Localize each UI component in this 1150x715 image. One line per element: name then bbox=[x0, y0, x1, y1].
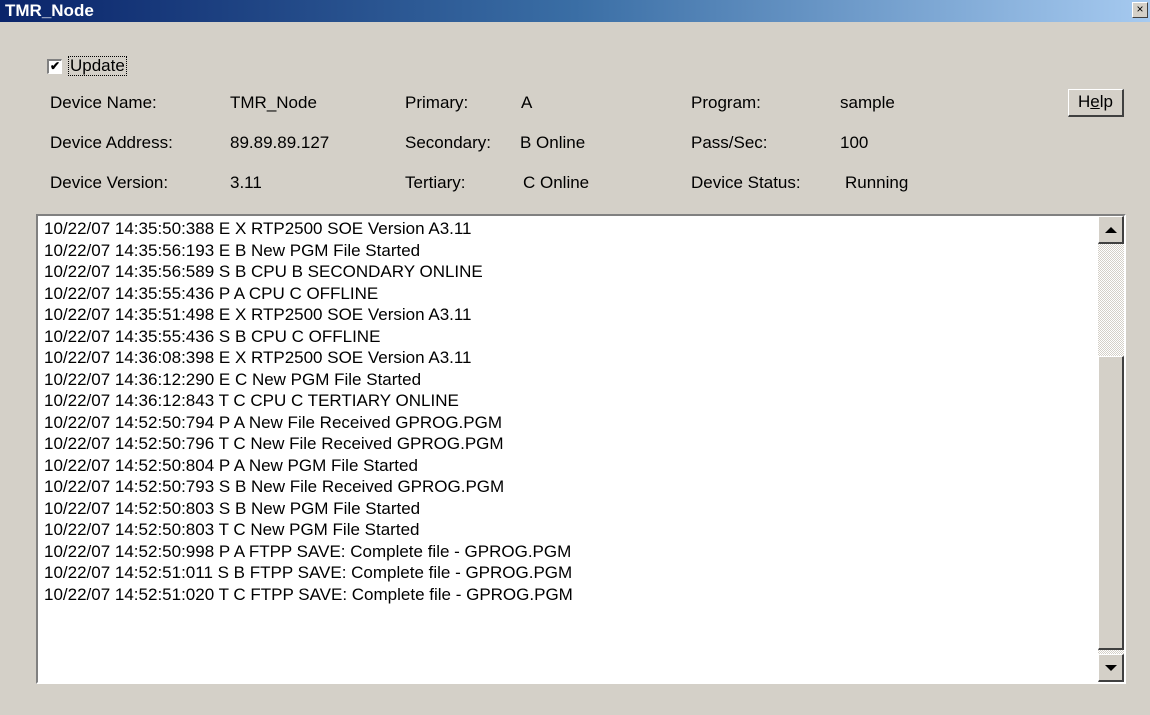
device-version-label: Device Version: bbox=[50, 173, 169, 192]
help-button[interactable]: Help bbox=[1068, 89, 1124, 117]
log-entry[interactable]: 10/22/07 14:52:50:803 S B New PGM File S… bbox=[44, 498, 573, 520]
log-entry[interactable]: 10/22/07 14:52:50:803 T C New PGM File S… bbox=[44, 519, 573, 541]
update-checkbox-row[interactable]: ✔ Update bbox=[47, 56, 127, 76]
device-name-label: Device Name: bbox=[50, 93, 157, 112]
log-entry[interactable]: 10/22/07 14:35:51:498 E X RTP2500 SOE Ve… bbox=[44, 304, 573, 326]
log-entry[interactable]: 10/22/07 14:35:55:436 S B CPU C OFFLINE bbox=[44, 326, 573, 348]
tertiary-value: C Online bbox=[523, 173, 590, 192]
scroll-up-button[interactable] bbox=[1098, 216, 1124, 244]
scroll-down-button[interactable] bbox=[1098, 654, 1124, 682]
primary-label: Primary: bbox=[405, 93, 469, 112]
pass-sec-value: 100 bbox=[840, 133, 869, 152]
arrow-up-icon bbox=[1104, 226, 1117, 233]
update-checkbox[interactable]: ✔ bbox=[47, 58, 62, 74]
log-entry[interactable]: 10/22/07 14:52:50:794 P A New File Recei… bbox=[44, 412, 573, 434]
close-icon[interactable]: × bbox=[1132, 2, 1148, 18]
device-status-value: Running bbox=[845, 173, 909, 192]
arrow-down-icon bbox=[1104, 664, 1117, 671]
log-entry[interactable]: 10/22/07 14:36:08:398 E X RTP2500 SOE Ve… bbox=[44, 347, 573, 369]
title-bar: TMR_Node × bbox=[0, 0, 1150, 22]
log-entry[interactable]: 10/22/07 14:52:50:804 P A New PGM File S… bbox=[44, 455, 573, 477]
log-entry[interactable]: 10/22/07 14:52:50:796 T C New File Recei… bbox=[44, 433, 573, 455]
device-version-value: 3.11 bbox=[230, 173, 262, 192]
device-name-value: TMR_Node bbox=[230, 93, 317, 112]
program-value: sample bbox=[840, 93, 895, 112]
log-entry[interactable]: 10/22/07 14:35:56:193 E B New PGM File S… bbox=[44, 240, 573, 262]
log-entry[interactable]: 10/22/07 14:52:50:998 P A FTPP SAVE: Com… bbox=[44, 541, 573, 563]
help-label-prefix: H bbox=[1078, 92, 1091, 111]
primary-value: A bbox=[521, 93, 533, 112]
device-address-label: Device Address: bbox=[50, 133, 173, 152]
log-entry[interactable]: 10/22/07 14:35:55:436 P A CPU C OFFLINE bbox=[44, 283, 573, 305]
scrollbar-thumb[interactable] bbox=[1098, 356, 1124, 650]
log-entry[interactable]: 10/22/07 14:36:12:290 E C New PGM File S… bbox=[44, 369, 573, 391]
event-log-entries: 10/22/07 14:35:50:388 E X RTP2500 SOE Ve… bbox=[44, 218, 573, 605]
secondary-label: Secondary: bbox=[405, 133, 491, 152]
log-entry[interactable]: 10/22/07 14:52:51:020 T C FTPP SAVE: Com… bbox=[44, 584, 573, 606]
log-entry[interactable]: 10/22/07 14:52:50:793 S B New File Recei… bbox=[44, 476, 573, 498]
pass-sec-label: Pass/Sec: bbox=[691, 133, 768, 152]
help-label-accelerator: e bbox=[1090, 92, 1100, 111]
program-label: Program: bbox=[691, 93, 761, 112]
log-entry[interactable]: 10/22/07 14:36:12:843 T C CPU C TERTIARY… bbox=[44, 390, 573, 412]
vertical-scrollbar[interactable] bbox=[1098, 216, 1124, 682]
event-log-list[interactable]: 10/22/07 14:35:50:388 E X RTP2500 SOE Ve… bbox=[36, 214, 1126, 684]
device-status-label: Device Status: bbox=[691, 173, 801, 192]
secondary-value: B Online bbox=[520, 133, 586, 152]
help-label-suffix: lp bbox=[1099, 92, 1113, 111]
tertiary-label: Tertiary: bbox=[405, 173, 466, 192]
device-address-value: 89.89.89.127 bbox=[230, 133, 330, 152]
log-entry[interactable]: 10/22/07 14:35:50:388 E X RTP2500 SOE Ve… bbox=[44, 218, 573, 240]
log-entry[interactable]: 10/22/07 14:35:56:589 S B CPU B SECONDAR… bbox=[44, 261, 573, 283]
log-entry[interactable]: 10/22/07 14:52:51:011 S B FTPP SAVE: Com… bbox=[44, 562, 573, 584]
update-label[interactable]: Update bbox=[68, 56, 127, 76]
window-title: TMR_Node bbox=[5, 1, 94, 20]
